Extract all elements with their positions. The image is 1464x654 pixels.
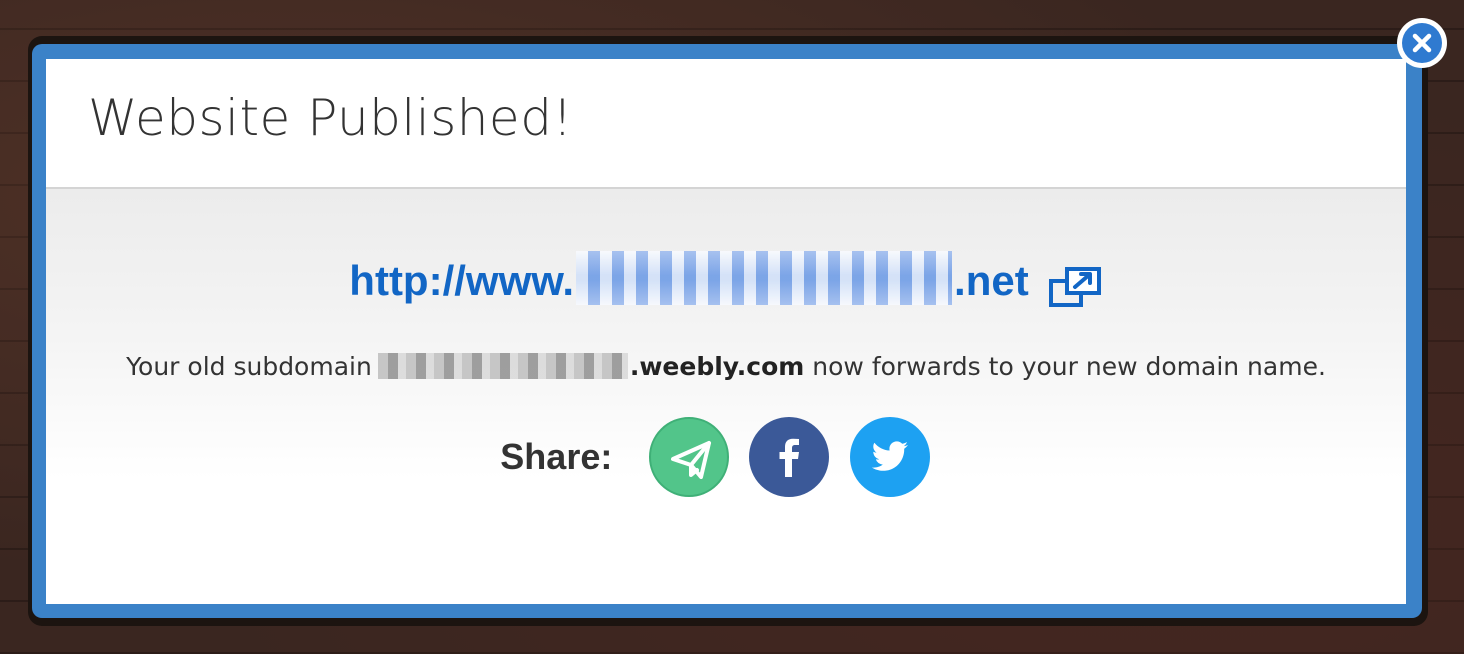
dialog-header: Website Published! <box>46 59 1406 189</box>
share-row: Share: <box>46 417 1406 497</box>
paper-plane-icon <box>670 441 711 479</box>
redacted-subdomain <box>377 353 628 379</box>
facebook-icon <box>779 438 800 477</box>
forwarding-notice: Your old subdomain .weebly.com now forwar… <box>46 352 1406 381</box>
redacted-domain <box>576 251 953 305</box>
publish-dialog: Website Published! http://www. .net Your … <box>46 59 1406 604</box>
dialog-title: Website Published! <box>88 89 573 147</box>
published-site-link[interactable]: http://www. .net <box>349 251 1029 305</box>
forward-text-suffix: now forwards to your new domain name. <box>812 352 1326 381</box>
share-label: Share: <box>500 436 613 477</box>
share-email-button[interactable] <box>648 417 729 497</box>
published-url-row: http://www. .net <box>46 247 1406 309</box>
forward-domain: .weebly.com <box>629 352 805 381</box>
url-suffix: .net <box>954 257 1029 304</box>
external-link-icon[interactable] <box>1048 265 1103 309</box>
forward-text-prefix: Your old subdomain <box>126 352 372 381</box>
url-prefix: http://www. <box>349 257 575 304</box>
share-twitter-button[interactable] <box>849 417 930 497</box>
close-button[interactable] <box>1397 18 1447 68</box>
dialog-body: http://www. .net Your old subdomain .weebl… <box>46 189 1406 604</box>
share-facebook-button[interactable] <box>749 417 830 497</box>
close-icon <box>1402 23 1442 63</box>
twitter-icon <box>871 441 908 471</box>
